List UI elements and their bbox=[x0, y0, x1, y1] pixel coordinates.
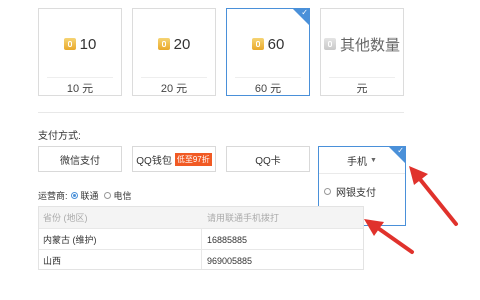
table-header-row: 省份 (地区) 请用联通手机拨打 bbox=[39, 207, 363, 228]
table-cell: 969005885 bbox=[207, 255, 253, 266]
operator-option-unicom[interactable]: 联通 bbox=[70, 189, 99, 202]
radio-icon bbox=[103, 192, 111, 199]
option-label: 网银支付 bbox=[336, 188, 376, 199]
wechat-pay-button[interactable]: 微信支付 bbox=[38, 146, 122, 172]
amount-value: 其他数量 bbox=[339, 36, 400, 54]
operator-option-telecom[interactable]: 电信 bbox=[103, 189, 132, 202]
amount-price: 10 元 bbox=[66, 83, 94, 95]
dial-number-table: 省份 (地区) 请用联通手机拨打 内蒙古 (维护) 16885885 山西 96… bbox=[38, 206, 364, 270]
qq-wallet-label: QQ钱包 bbox=[136, 155, 172, 167]
amount-price: 20 元 bbox=[160, 83, 188, 95]
radio-selected-icon bbox=[70, 192, 78, 199]
radio-icon bbox=[324, 188, 331, 195]
dropdown-option-bank[interactable]: 网银支付 bbox=[324, 184, 376, 199]
discount-badge: 低至97折 bbox=[174, 152, 212, 166]
qq-card-button[interactable]: QQ卡 bbox=[226, 146, 310, 172]
wechat-pay-label: 微信支付 bbox=[60, 155, 100, 167]
check-icon: ✓ bbox=[397, 146, 404, 155]
amount-card-10[interactable]: 10 10 元 bbox=[38, 8, 122, 96]
amount-value: 60 bbox=[267, 35, 285, 53]
amount-card-20[interactable]: 20 20 元 bbox=[132, 8, 216, 96]
amount-price: 60 元 bbox=[254, 83, 282, 95]
amount-value: 10 bbox=[79, 35, 97, 53]
amount-card-60[interactable]: 60 60 元 ✓ bbox=[226, 8, 310, 96]
table-cell: 16885885 bbox=[207, 234, 248, 245]
table-header-cell: 请用联通手机拨打 bbox=[207, 213, 280, 223]
operator-option-label: 联通 bbox=[80, 191, 99, 201]
table-header-cell: 省份 (地区) bbox=[43, 213, 88, 223]
divider bbox=[38, 112, 404, 113]
qq-wallet-button[interactable]: QQ钱包 低至97折 bbox=[132, 146, 216, 172]
caret-down-icon: ▼ bbox=[370, 156, 377, 164]
operator-option-label: 电信 bbox=[113, 191, 132, 201]
table-row: 内蒙古 (维护) 16885885 bbox=[39, 228, 363, 250]
coin-icon bbox=[63, 38, 76, 50]
qq-card-label: QQ卡 bbox=[255, 155, 281, 167]
coin-icon bbox=[251, 38, 264, 50]
table-cell: 山西 bbox=[43, 256, 62, 266]
payment-title: 支付方式: bbox=[38, 131, 81, 142]
coin-icon bbox=[323, 38, 336, 50]
red-arrow-upper bbox=[409, 166, 458, 226]
amount-card-other[interactable]: 其他数量 元 bbox=[320, 8, 404, 96]
mobile-pay-label: 手机 bbox=[347, 156, 368, 168]
amount-value: 20 bbox=[173, 35, 191, 53]
operator-selector: 运营商: 联通 电信 bbox=[38, 189, 137, 202]
check-icon: ✓ bbox=[301, 8, 308, 17]
amount-price: 元 bbox=[356, 83, 368, 95]
table-cell: 内蒙古 (维护) bbox=[43, 235, 97, 245]
coin-icon bbox=[157, 38, 170, 50]
operator-label: 运营商: bbox=[38, 191, 68, 201]
table-row: 山西 969005885 bbox=[39, 249, 363, 271]
